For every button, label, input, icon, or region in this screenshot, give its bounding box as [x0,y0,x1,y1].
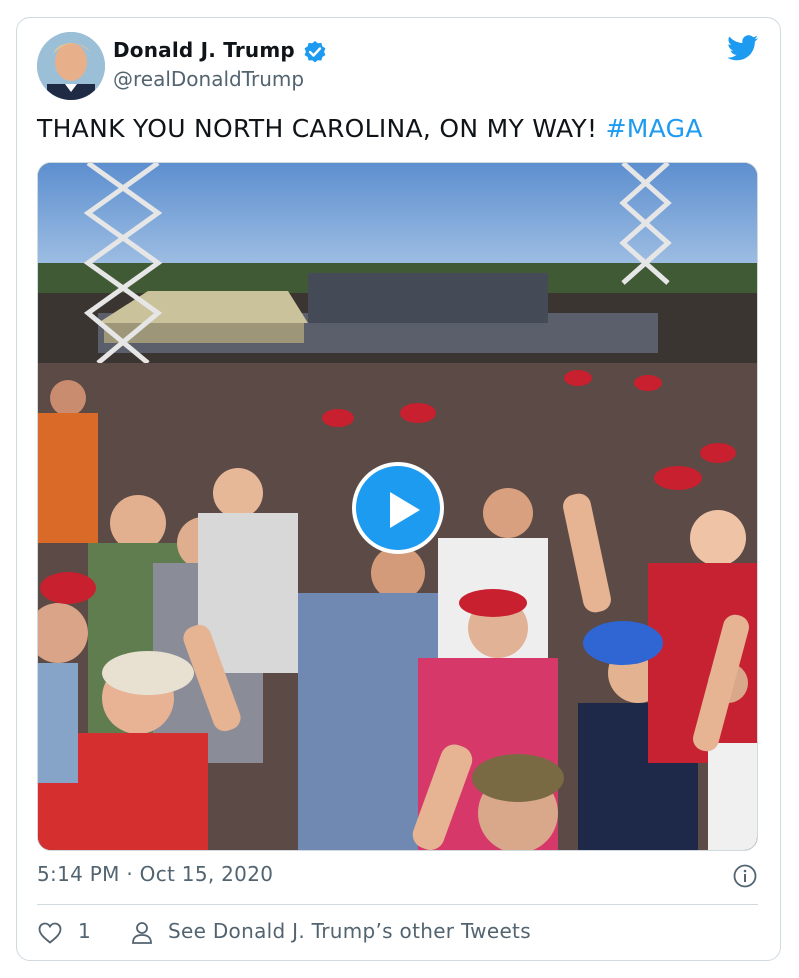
tweet-timestamp[interactable]: 5:14 PM · Oct 15, 2020 [37,862,273,886]
play-icon [390,492,420,528]
tweet-body: THANK YOU NORTH CAROLINA, ON MY WAY! [37,114,606,143]
play-button[interactable] [352,462,444,554]
tweet-text: THANK YOU NORTH CAROLINA, ON MY WAY! #MA… [37,114,703,143]
divider [37,904,758,905]
heart-icon[interactable] [38,922,62,944]
verified-badge-icon [304,41,326,63]
author-handle[interactable]: @realDonaldTrump [113,67,304,91]
author-name[interactable]: Donald J. Trump [113,38,295,62]
person-icon [132,922,152,944]
hashtag-link[interactable]: #MAGA [606,114,703,143]
avatar[interactable] [37,32,105,100]
like-count[interactable]: 1 [78,919,91,943]
see-other-tweets-link[interactable]: See Donald J. Trump’s other Tweets [168,919,531,943]
twitter-bird-icon[interactable] [727,35,759,63]
info-icon[interactable] [733,864,757,888]
